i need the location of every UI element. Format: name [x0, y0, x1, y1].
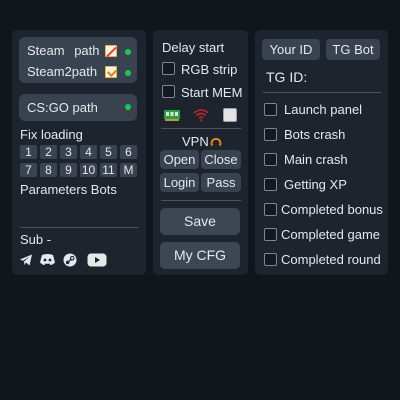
completed-bonus-label: Completed bonus: [281, 202, 383, 217]
vpn-pass-button[interactable]: Pass: [201, 173, 241, 192]
fix-loading-1[interactable]: 1: [20, 145, 37, 159]
fix-loading-label: Fix loading: [20, 127, 83, 142]
completed-game-checkbox[interactable]: [264, 228, 277, 241]
vpn-login-button[interactable]: Login: [160, 173, 199, 192]
square-toggle[interactable]: [223, 108, 237, 122]
completed-bonus-checkbox[interactable]: [264, 203, 277, 216]
launch-panel-label: Launch panel: [284, 102, 363, 117]
completed-game-label: Completed game: [281, 227, 380, 242]
fix-loading-3[interactable]: 3: [60, 145, 77, 159]
telegram-panel: Your ID TG Bot TG ID: Launch panel Bots …: [255, 30, 388, 275]
steam2-path-label: Steam2path: [27, 64, 98, 79]
start-mem-checkbox[interactable]: [162, 85, 175, 98]
getting-xp-label: Getting XP: [284, 177, 347, 192]
fix-loading-5[interactable]: 5: [100, 145, 117, 159]
rgb-strip-checkbox[interactable]: [162, 62, 175, 75]
vpn-open-button[interactable]: Open: [160, 150, 199, 169]
wifi-icon[interactable]: [193, 108, 209, 122]
your-id-button[interactable]: Your ID: [262, 39, 320, 60]
discord-icon[interactable]: [39, 253, 56, 267]
sub-label: Sub -: [20, 232, 52, 247]
fix-loading-10[interactable]: 10: [80, 163, 97, 177]
bots-crash-checkbox[interactable]: [264, 128, 277, 141]
delay-start-label[interactable]: Delay start: [162, 40, 224, 55]
getting-xp-checkbox[interactable]: [264, 178, 277, 191]
steam2-path-folder-icon[interactable]: [105, 66, 117, 78]
fix-loading-7[interactable]: 7: [20, 163, 37, 177]
csgo-path-status-dot: [125, 104, 131, 110]
fix-loading-2[interactable]: 2: [40, 145, 57, 159]
steam-path-row[interactable]: Steam path: [27, 43, 100, 58]
fix-loading-6[interactable]: 6: [120, 145, 137, 159]
vpn-label: VPN: [182, 134, 209, 149]
telegram-icon[interactable]: [19, 253, 33, 267]
tg-id-label: TG ID:: [266, 69, 308, 85]
launch-panel-checkbox[interactable]: [264, 103, 277, 116]
youtube-icon[interactable]: [87, 253, 107, 267]
steam2-path-row[interactable]: Steam2path: [27, 64, 97, 79]
completed-round-checkbox[interactable]: [264, 253, 277, 266]
fix-loading-4[interactable]: 4: [80, 145, 97, 159]
save-button[interactable]: Save: [160, 208, 240, 235]
completed-round-label: Completed round: [281, 252, 381, 267]
steam-path-label-suffix: path: [74, 43, 100, 58]
controls-panel: Delay start RGB strip Start MEM VPN Open…: [153, 30, 248, 275]
steam-path-status-dot: [125, 49, 131, 55]
divider: [20, 227, 138, 228]
steam2-path-status-dot: [125, 70, 131, 76]
my-cfg-button[interactable]: My CFG: [160, 242, 240, 269]
steam-icon[interactable]: [63, 253, 77, 267]
csgo-path-row: CS:GO path: [27, 100, 98, 115]
rgb-strip-label: RGB strip: [181, 62, 238, 77]
tg-bot-button[interactable]: TG Bot: [326, 39, 380, 60]
csgo-path-label: CS:GO path: [27, 100, 98, 115]
paths-panel: Steam path Steam2path CS:GO path Fix loa…: [12, 30, 146, 275]
fix-loading-9[interactable]: 9: [60, 163, 77, 177]
divider: [263, 92, 381, 93]
memory-icon[interactable]: [163, 108, 181, 122]
start-mem-label: Start MEM: [181, 85, 243, 100]
bots-crash-label: Bots crash: [284, 127, 346, 142]
divider: [161, 128, 241, 129]
divider: [161, 200, 241, 201]
vpn-close-button[interactable]: Close: [201, 150, 241, 169]
fix-loading-11[interactable]: 11: [100, 163, 117, 177]
steam-path-folder-icon[interactable]: [105, 45, 117, 57]
fix-loading-m[interactable]: M: [120, 163, 137, 177]
main-crash-checkbox[interactable]: [264, 153, 277, 166]
steam-path-label: Steam: [27, 43, 65, 58]
fix-loading-8[interactable]: 8: [40, 163, 57, 177]
vpn-refresh-icon[interactable]: [210, 136, 222, 148]
main-crash-label: Main crash: [284, 152, 348, 167]
parameters-bots-link[interactable]: Parameters Bots: [20, 182, 117, 197]
